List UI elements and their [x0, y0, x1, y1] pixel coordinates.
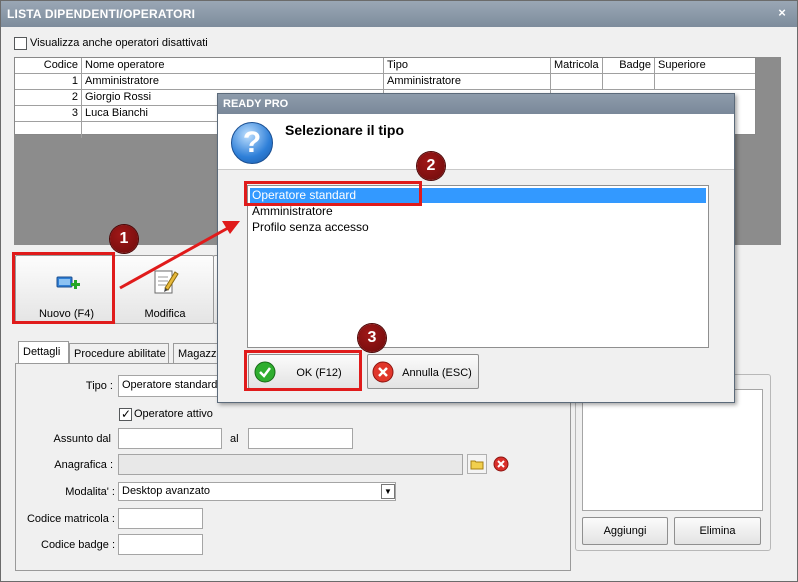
- step-badge-2: 2: [417, 152, 445, 180]
- step-badge-1: 1: [110, 225, 138, 253]
- step-badge-3: 3: [358, 324, 386, 352]
- annotation-arrow: [119, 221, 240, 290]
